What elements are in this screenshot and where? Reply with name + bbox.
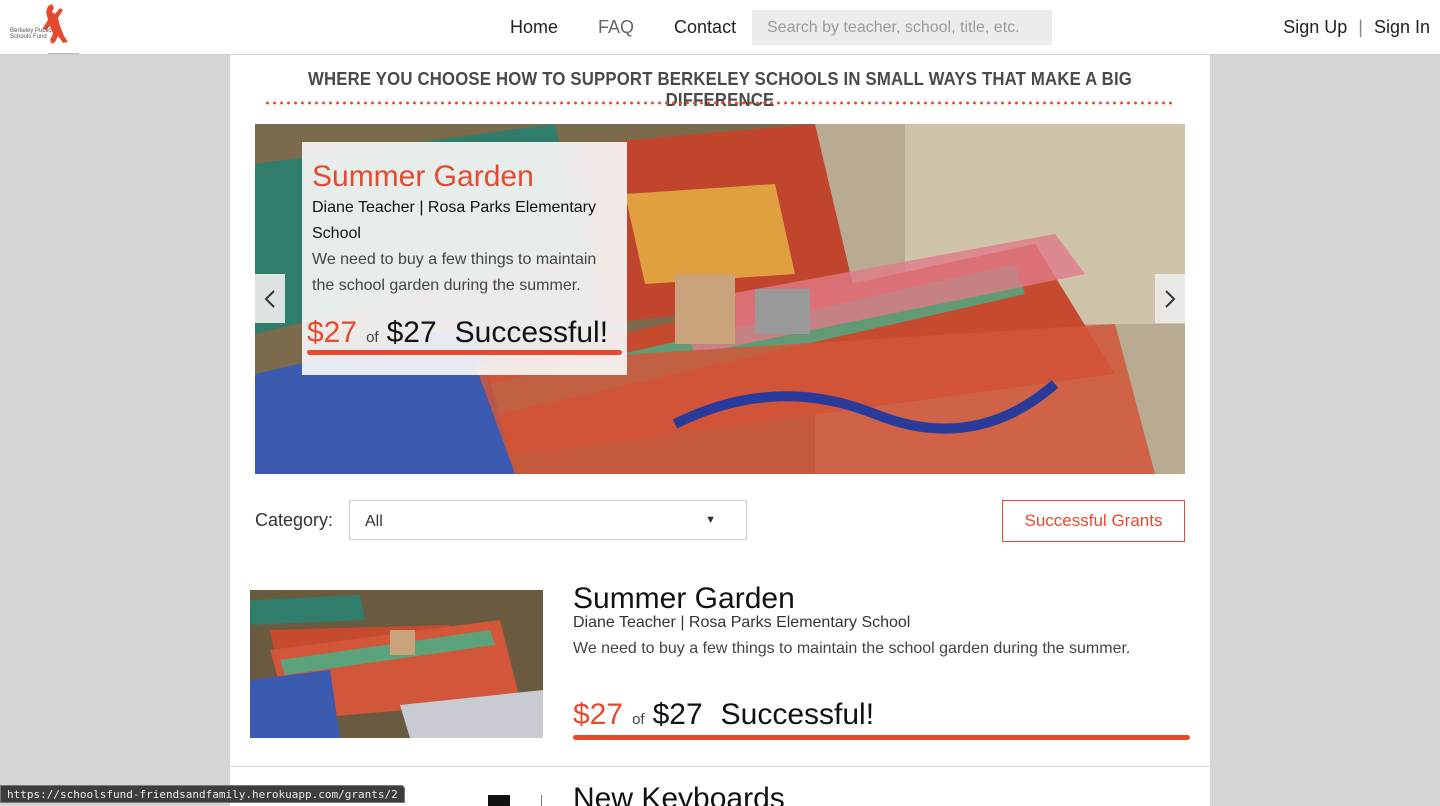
carousel-raised-amount: $27 [307,316,358,349]
dotted-divider [264,99,1176,107]
grant-description: We need to buy a few things to maintain … [573,640,1131,657]
grant-progress-bar [573,735,1190,740]
nav-faq-link[interactable]: FAQ [598,17,634,38]
list-divider [230,766,1210,767]
sign-up-link[interactable]: Sign Up [1283,17,1347,38]
chevron-left-icon [264,289,275,308]
search-input[interactable] [752,10,1052,45]
top-navbar: Berkeley Public Schools Fund Home FAQ Co… [0,0,1440,55]
carousel-grant-author: Diane Teacher | Rosa Parks Elementary Sc… [312,199,596,242]
next-grant-thumbnail[interactable] [488,795,510,806]
grant-status: Successful! [720,698,875,731]
carousel-caption: Summer Garden Diane Teacher | Rosa Parks… [302,142,627,375]
nav-contact-link[interactable]: Contact [674,17,736,38]
grant-raised-amount: $27 [573,698,624,731]
successful-grants-button[interactable]: Successful Grants [1002,500,1185,542]
nav-home-link[interactable]: Home [510,17,558,38]
category-label: Category: [255,510,334,530]
sign-in-link[interactable]: Sign In [1374,17,1430,38]
carousel-progress-bar [307,350,622,355]
main-nav: Home FAQ Contact [510,17,776,38]
grant-funding: $27 of $27 Successful! [573,698,874,732]
grant-thumbnail-image [250,590,543,738]
carousel-status: Successful! [454,316,609,349]
grant-of-label: of [632,711,645,728]
next-grant-thumbnail-edge [541,795,542,806]
carousel-grant-description: We need to buy a few things to maintain … [312,251,597,294]
carousel-next-button[interactable] [1155,274,1185,323]
carousel-of-label: of [366,329,379,346]
featured-carousel[interactable]: Summer Garden Diane Teacher | Rosa Parks… [255,124,1185,474]
auth-links: Sign Up | Sign In [1283,17,1430,38]
chevron-right-icon [1165,289,1176,308]
logo[interactable]: Berkeley Public Schools Fund [8,2,79,54]
carousel-grant-title[interactable]: Summer Garden [312,160,617,194]
grant-list-item[interactable]: Summer Garden Diane Teacher | Rosa Parks… [250,582,1190,740]
logo-text: Berkeley Public Schools Fund [10,28,52,40]
grant-thumbnail[interactable] [250,590,543,738]
category-select[interactable]: All ▼ [349,500,747,540]
caret-down-icon: ▼ [705,514,716,526]
carousel-goal-amount: $27 [386,316,437,349]
category-selected-value: All [365,513,383,530]
carousel-prev-button[interactable] [255,274,285,323]
main-content: WHERE YOU CHOOSE HOW TO SUPPORT BERKELEY… [230,55,1210,806]
grant-goal-amount: $27 [652,698,703,731]
grant-author: Diane Teacher | Rosa Parks Elementary Sc… [573,614,911,631]
logo-underline [48,53,79,54]
grant-title[interactable]: Summer Garden [573,582,795,616]
auth-separator: | [1358,17,1363,37]
browser-status-bar: https://schoolsfund-friendsandfamily.her… [0,785,405,803]
logo-figure-icon [43,4,68,44]
next-grant-title[interactable]: New Keyboards [573,782,785,806]
carousel-funding: $27 of $27 Successful! [307,316,608,350]
